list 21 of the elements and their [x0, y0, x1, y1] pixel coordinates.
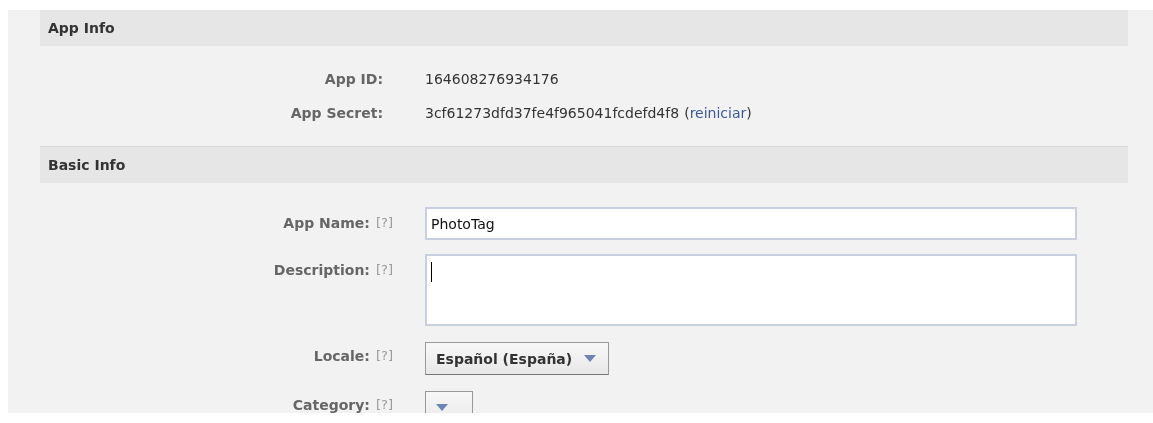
paren: (: [684, 105, 690, 121]
help-link[interactable]: [?]: [375, 345, 393, 367]
field-label: Description:: [273, 261, 370, 280]
help-link[interactable]: [?]: [375, 259, 393, 281]
field-label: App Name:: [283, 214, 370, 233]
section-title: Basic Info: [48, 157, 126, 173]
help-link[interactable]: [?]: [375, 394, 393, 413]
caret-icon: [436, 404, 448, 411]
field-label: App Secret:: [290, 104, 383, 123]
reset-link[interactable]: reiniciar: [689, 105, 747, 121]
field-label: Category:: [292, 396, 370, 413]
section-title: App Info: [48, 20, 115, 36]
field-label: Locale:: [313, 347, 370, 366]
paren: ): [746, 105, 752, 121]
field-label: App ID:: [324, 70, 383, 89]
field-value: 164608276934176: [425, 71, 559, 87]
caret-icon: [584, 355, 597, 362]
dropdown[interactable]: Español (España): [425, 342, 610, 375]
text-field[interactable]: PhotoTag: [425, 207, 1077, 240]
field-value: 3cf61273dfd37fe4f965041fcdefd4f8: [425, 105, 680, 121]
help-link[interactable]: [?]: [375, 212, 393, 234]
